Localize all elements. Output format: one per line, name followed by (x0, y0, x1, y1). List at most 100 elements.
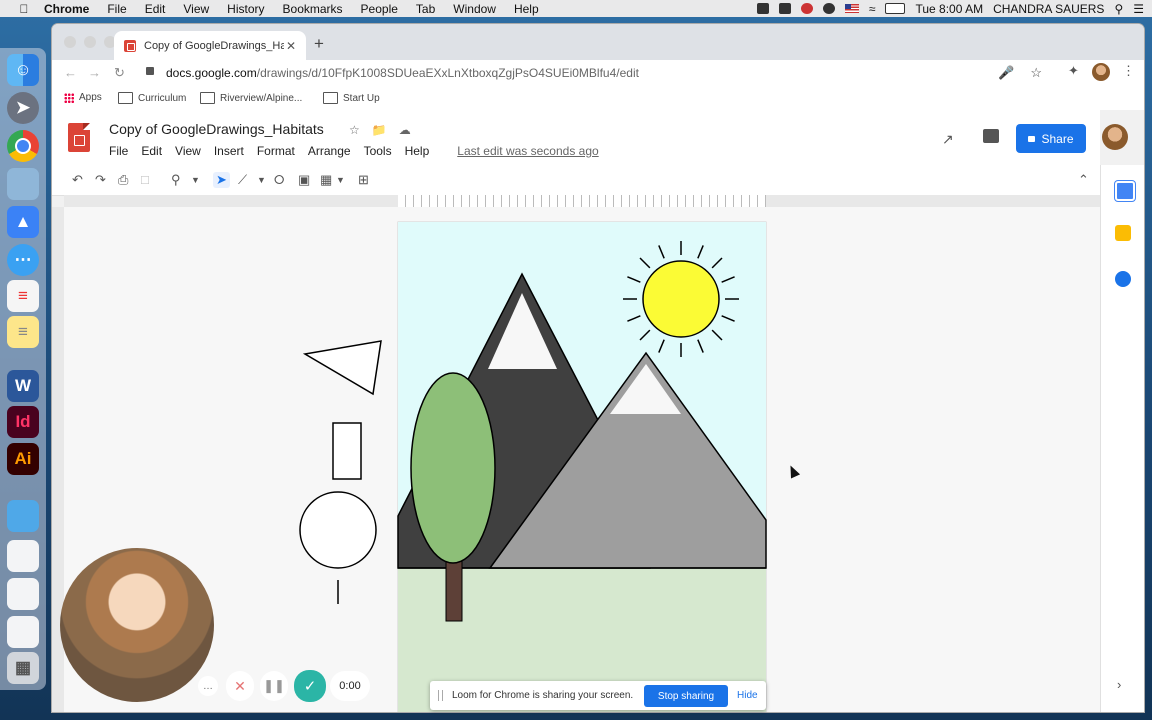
loose-triangle-shape[interactable] (302, 340, 382, 396)
apple-icon[interactable]:  (16, 2, 32, 16)
finder-icon[interactable]: ☺ (7, 54, 39, 86)
preview-icon[interactable] (7, 168, 39, 200)
comment-icon[interactable] (983, 129, 999, 143)
recorder-cancel-button[interactable]: ✕ (226, 671, 254, 701)
menu-arrange[interactable]: Arrange (308, 144, 351, 158)
address-bar[interactable]: docs.google.com/drawings/d/10FfpK1008SDU… (136, 62, 1048, 84)
voice-search-icon[interactable]: 🎤 (998, 65, 1014, 81)
menu-insert[interactable]: Insert (214, 144, 244, 158)
google-drive-icon[interactable]: ▲ (7, 206, 39, 238)
word-icon[interactable]: W (7, 370, 39, 402)
add-comment-icon[interactable]: ⊞ (358, 172, 369, 188)
accessibility-icon[interactable] (778, 3, 791, 14)
recorder-more-button[interactable]: … (198, 676, 218, 696)
menubar-edit[interactable]: Edit (145, 2, 166, 16)
back-icon[interactable]: ← (64, 65, 77, 80)
last-edit-link[interactable]: Last edit was seconds ago (457, 144, 598, 158)
bookmark-riverview[interactable]: Riverview/Alpine... (200, 92, 302, 104)
puzzle-icon[interactable]: ✦ (1068, 63, 1079, 79)
redo-icon[interactable]: ↷ (95, 172, 106, 188)
document-title[interactable]: Copy of GoogleDrawings_Habitats (109, 121, 324, 137)
launchpad-icon[interactable]: ➤ (7, 92, 39, 124)
menubar-app-name[interactable]: Chrome (44, 2, 89, 16)
tasks-icon[interactable] (1115, 271, 1131, 287)
keep-icon[interactable] (1115, 225, 1131, 241)
new-tab-icon[interactable]: + (314, 34, 324, 54)
account-avatar[interactable] (1102, 124, 1128, 150)
loose-circle-shape[interactable] (299, 491, 377, 569)
reminders-icon[interactable]: ≡ (7, 280, 39, 312)
image-dropdown-icon[interactable]: ▼ (336, 175, 345, 185)
menubar-tab[interactable]: Tab (416, 2, 435, 16)
menubar-user[interactable]: CHANDRA SAUERS (993, 2, 1104, 16)
profile-avatar[interactable] (1092, 63, 1110, 81)
forward-icon[interactable]: → (88, 65, 101, 80)
line-icon[interactable]: ⟋ (238, 172, 247, 188)
document-thumbnail-icon-3[interactable] (7, 616, 39, 648)
menubar-file[interactable]: File (107, 2, 126, 16)
minimize-window-button[interactable] (84, 36, 96, 48)
menubar-view[interactable]: View (183, 2, 209, 16)
hide-banner-button[interactable]: Hide (737, 690, 758, 701)
sun[interactable] (642, 260, 720, 338)
menubar-people[interactable]: People (361, 2, 398, 16)
line-dropdown-icon[interactable]: ▼ (257, 175, 266, 185)
drawings-logo-icon[interactable] (68, 123, 90, 152)
indesign-icon[interactable]: Id (7, 406, 39, 438)
menubar-bookmarks[interactable]: Bookmarks (283, 2, 343, 16)
illustrator-icon[interactable]: Ai (7, 443, 39, 475)
paint-format-icon[interactable]: □ (141, 172, 149, 187)
menubar-help[interactable]: Help (514, 2, 539, 16)
battery-icon[interactable] (885, 3, 906, 14)
expand-panel-icon[interactable]: › (1117, 677, 1121, 692)
webcam-bubble[interactable] (60, 548, 214, 702)
loom-icon[interactable] (822, 3, 835, 14)
stop-sharing-button[interactable]: Stop sharing (644, 685, 728, 707)
search-icon[interactable]: ⚲ (1114, 2, 1123, 16)
messages-icon[interactable]: ⋯ (7, 244, 39, 276)
zoom-dropdown-icon[interactable]: ▼ (191, 175, 200, 185)
notes-icon[interactable]: ≡ (7, 316, 39, 348)
drag-handle-icon[interactable] (438, 690, 443, 701)
wifi-icon[interactable]: ≈ (869, 2, 876, 16)
menubar-history[interactable]: History (227, 2, 264, 16)
menubar-clock[interactable]: Tue 8:00 AM (915, 2, 983, 16)
menu-tools[interactable]: Tools (364, 144, 392, 158)
star-icon[interactable]: ☆ (1030, 65, 1042, 81)
undo-icon[interactable]: ↶ (72, 172, 83, 188)
image-icon[interactable]: ▦ (320, 172, 332, 188)
close-window-button[interactable] (64, 36, 76, 48)
collapse-toolbar-icon[interactable]: ⌃ (1078, 172, 1089, 188)
tree-trunk[interactable] (445, 555, 463, 622)
bookmark-start-up[interactable]: Start Up (323, 92, 380, 104)
menu-file[interactable]: File (109, 144, 128, 158)
menu-format[interactable]: Format (257, 144, 295, 158)
downloads-folder-icon[interactable] (7, 500, 39, 532)
menu-edit[interactable]: Edit (141, 144, 162, 158)
menu-help[interactable]: Help (405, 144, 430, 158)
textbox-icon[interactable]: ▣ (298, 172, 310, 188)
microphone-icon[interactable] (756, 3, 769, 14)
zoom-icon[interactable]: ⚲ (171, 172, 181, 188)
shape-icon[interactable]: ⭘ (274, 172, 284, 188)
browser-menu-icon[interactable]: ⋮ (1122, 63, 1135, 79)
document-thumbnail-icon[interactable] (7, 540, 39, 572)
star-icon[interactable]: ☆ (349, 123, 360, 137)
move-folder-icon[interactable]: 📁 (372, 123, 387, 137)
chrome-dock-icon[interactable] (7, 130, 39, 162)
bookmark-curriculum[interactable]: Curriculum (118, 92, 186, 104)
tree-canopy[interactable] (410, 372, 496, 564)
loose-rectangle-shape[interactable] (332, 422, 362, 480)
url-text[interactable]: docs.google.com/drawings/d/10FfpK1008SDU… (166, 66, 639, 80)
print-icon[interactable]: ⎙ (118, 172, 128, 188)
close-tab-icon[interactable]: ✕ (284, 39, 298, 53)
control-center-icon[interactable]: ☰ (1133, 2, 1144, 16)
lock-icon[interactable] (146, 67, 154, 75)
recorder-pause-button[interactable]: ❚❚ (260, 671, 288, 701)
menubar-window[interactable]: Window (453, 2, 496, 16)
cloud-saved-icon[interactable]: ☁ (399, 123, 411, 137)
us-flag-icon[interactable] (844, 4, 859, 13)
calendar-icon[interactable] (1115, 181, 1135, 201)
menu-view[interactable]: View (175, 144, 201, 158)
trash-icon[interactable]: ▦ (7, 652, 39, 684)
